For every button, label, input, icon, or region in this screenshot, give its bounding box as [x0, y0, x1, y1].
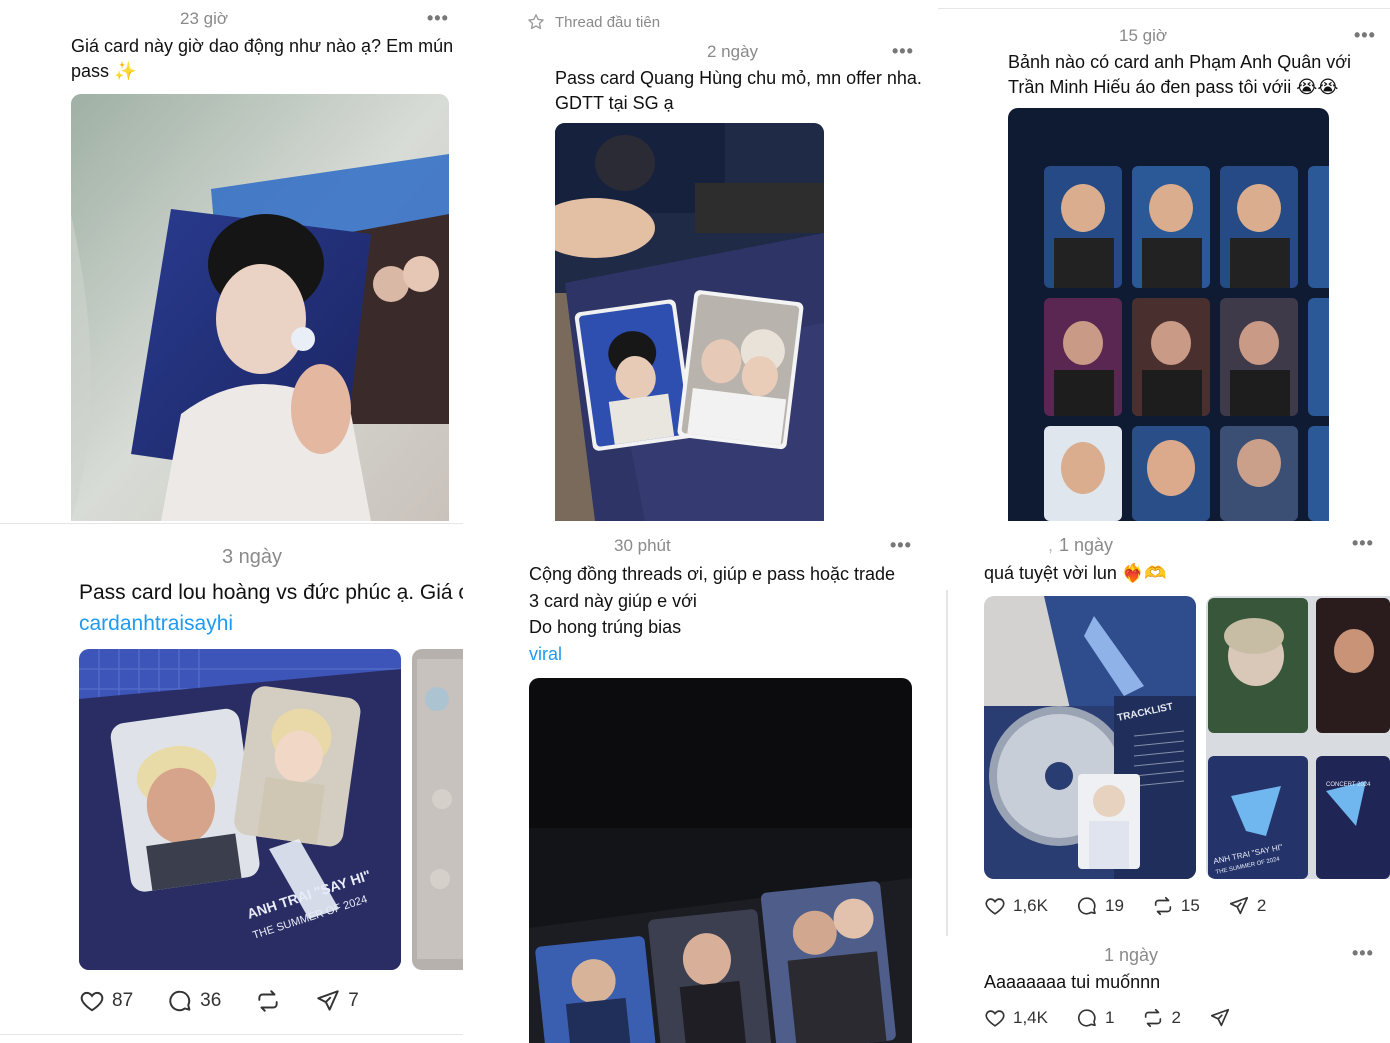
post4-time: 3 ngày [222, 546, 283, 568]
post6-time-label: 1 ngày [1059, 535, 1114, 555]
heart-icon [80, 991, 104, 1012]
post6-share-button[interactable]: 2 [1228, 895, 1266, 917]
post3-text: Bảnh nào có card anh Phạm Anh Quân với T… [1008, 50, 1388, 100]
post6-image-1[interactable]: TRACKLIST [984, 596, 1196, 879]
post1-image[interactable] [71, 94, 449, 521]
post5-text-line2: 3 card này giúp e với [529, 590, 697, 611]
post4-like-count: 87 [112, 990, 134, 1011]
post6-time: ,1 ngày [1048, 535, 1114, 555]
post6-more-icon[interactable]: ••• [1352, 533, 1374, 554]
post1-more-icon[interactable]: ••• [427, 8, 449, 29]
post7-actions: 1,4K 1 2 [984, 1007, 1231, 1029]
post6-reply-count: 19 [1104, 896, 1124, 915]
post4-image-1[interactable]: ANH TRAI "SAY HI" THE SUMMER OF 2024 [79, 649, 401, 970]
post5-text-line3: Do hong trúng bias [529, 617, 682, 637]
post7-share-button[interactable] [1209, 1007, 1231, 1029]
post2-text: Pass card Quang Hùng chu mỏ, mn offer nh… [555, 66, 925, 116]
repost-icon [1154, 896, 1172, 916]
post6-like-button[interactable]: 1,6K [984, 895, 1048, 917]
post4-share-count: 7 [348, 990, 359, 1011]
post6-actions: 1,6K 19 15 2 [984, 895, 1266, 917]
post4-reply-button[interactable]: 36 [167, 988, 221, 1014]
post1-time: 23 giờ [180, 9, 229, 28]
post5-text-line1: Cộng đồng threads ơi, giúp e pass hoặc t… [529, 564, 896, 584]
sparkles-icon: ✨ [114, 61, 137, 81]
crying-emoji-icon: 😭😭 [1296, 77, 1339, 97]
post4-reply-count: 36 [200, 990, 222, 1011]
left-column-bottom-divider [0, 1034, 463, 1035]
post6-share-count: 2 [1256, 896, 1267, 915]
heart-on-fire-emoji-icon: ❤️‍🔥🫶 [1121, 563, 1167, 583]
heart-icon [985, 898, 1005, 915]
post4-image-2[interactable] [412, 649, 463, 970]
post6-repost-count: 15 [1180, 896, 1200, 915]
post7-reply-count: 1 [1104, 1008, 1115, 1027]
post7-repost-count: 2 [1171, 1008, 1181, 1027]
post5-time: 30 phút [614, 536, 671, 555]
share-paperplane-icon [317, 990, 340, 1011]
post5-more-icon[interactable]: ••• [890, 535, 912, 556]
post6-repost-button[interactable]: 15 [1152, 895, 1200, 917]
post6-text: quá tuyệt vời lun ❤️‍🔥🫶 [984, 561, 1384, 586]
post5-text: Cộng đồng threads ơi, giúp e pass hoặc t… [529, 561, 929, 667]
post2-image[interactable] [555, 123, 824, 521]
left-column-divider [0, 523, 463, 524]
post6-like-count: 1,6K [1013, 896, 1048, 915]
post7-like-count: 1,4K [1013, 1008, 1048, 1027]
post6-image-2[interactable]: ANH TRAI "SAY HI" THE SUMMER OF 2024 CON… [1206, 596, 1390, 879]
post7-like-button[interactable]: 1,4K [984, 1007, 1048, 1029]
share-paperplane-icon [1210, 1008, 1229, 1027]
post4-text: Pass card lou hoàng vs đức phúc ạ. Giá c… [79, 577, 463, 639]
post2-text-line1: Pass card Quang Hùng chu mỏ, mn offer nh… [555, 68, 922, 88]
post1-text: Giá card này giờ dao động như nào ạ? Em … [71, 34, 461, 84]
post4-repost-button[interactable] [255, 988, 281, 1014]
post4-text-line1: Pass card lou hoàng vs đức phúc ạ. Giá c [79, 581, 463, 604]
post7-text: Aaaaaaaa tui muốnnn [984, 972, 1161, 992]
right-column-vertical-divider [946, 590, 948, 936]
post6-image-caption-line3: CONCERT 2024 [1326, 782, 1371, 788]
post2-more-icon[interactable]: ••• [892, 41, 914, 62]
post1-text-line1: Giá card này giờ dao động như nào ạ? Em … [71, 36, 454, 56]
post4-hashtag-link[interactable]: cardanhtraisayhi [79, 608, 463, 639]
post3-more-icon[interactable]: ••• [1354, 25, 1376, 46]
post1-text-line2: pass [71, 61, 110, 81]
repost-icon [1145, 1008, 1162, 1028]
reply-bubble-icon [1078, 897, 1096, 915]
post3-top-divider [938, 8, 1390, 9]
post7-repost-button[interactable]: 2 [1142, 1007, 1181, 1029]
post6-text-line1: quá tuyệt vời lun [984, 563, 1117, 583]
post7-more-icon[interactable]: ••• [1352, 943, 1374, 964]
post3-text-line1: Bảnh nào có card anh Phạm Anh Quân với [1008, 52, 1352, 72]
post7-time: 1 ngày [1104, 945, 1159, 965]
post4-share-button[interactable]: 7 [315, 988, 359, 1014]
post3-time: 15 giờ [1119, 26, 1168, 45]
post3-image[interactable] [1008, 108, 1329, 521]
heart-icon [985, 1010, 1005, 1027]
post4-like-button[interactable]: 87 [79, 988, 133, 1014]
post3-text-line2: Trần Minh Hiếu áo đen pass tôi vớii [1008, 77, 1292, 97]
share-paperplane-icon [1229, 896, 1248, 915]
post4-actions: 87 36 7 [79, 988, 359, 1014]
post7-reply-button[interactable]: 1 [1076, 1007, 1114, 1029]
post2-badge-label: Thread đầu tiên [555, 13, 661, 31]
post2-first-thread-badge: Thread đầu tiên [527, 13, 660, 31]
post6-reply-button[interactable]: 19 [1076, 895, 1124, 917]
reply-bubble-icon [1078, 1009, 1096, 1027]
post5-image[interactable] [529, 678, 912, 1043]
star-icon [528, 14, 544, 30]
repost-icon [258, 990, 278, 1012]
post2-text-line2: GDTT tại SG ạ [555, 93, 674, 113]
post2-time: 2 ngày [707, 42, 759, 61]
post5-hashtag-link[interactable]: viral [529, 641, 929, 668]
reply-bubble-icon [169, 990, 191, 1012]
